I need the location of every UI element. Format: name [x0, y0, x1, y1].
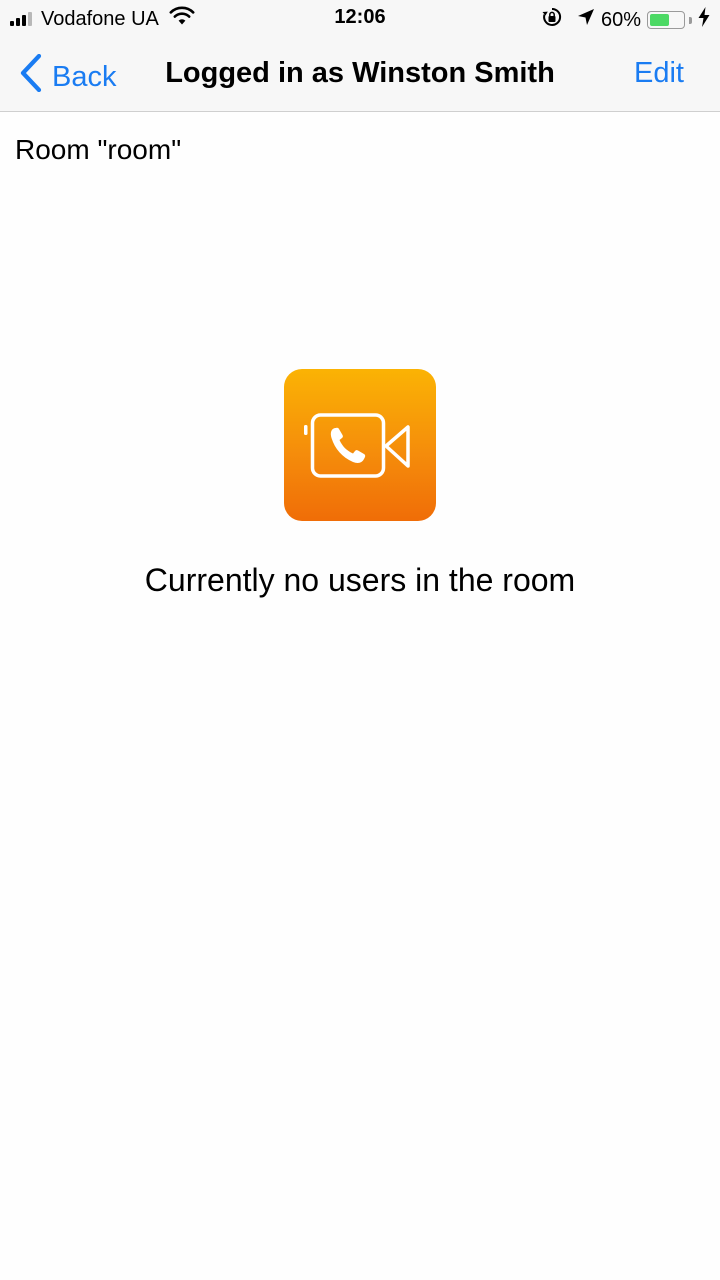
video-call-icon [284, 369, 436, 521]
page-title: Logged in as Winston Smith [165, 57, 555, 89]
screen: Vodafone UA 12:06 60% Back Logged in as … [0, 0, 720, 1280]
status-bar: Vodafone UA 12:06 60% [0, 0, 720, 36]
location-arrow-icon [577, 8, 595, 32]
empty-room-message: Currently no users in the room [144, 562, 576, 598]
battery-nub [689, 16, 692, 24]
navigation-bar: Back Logged in as Winston Smith Edit [0, 36, 720, 112]
rotation-lock-icon [541, 6, 563, 34]
battery-percent: 60% [600, 8, 641, 31]
battery-icon [647, 11, 685, 29]
charging-bolt-icon [698, 7, 710, 33]
edit-button[interactable]: Edit [634, 57, 684, 90]
status-right: 60% [541, 6, 710, 34]
room-label: Room "room" [15, 134, 182, 165]
battery-fill [650, 14, 669, 26]
